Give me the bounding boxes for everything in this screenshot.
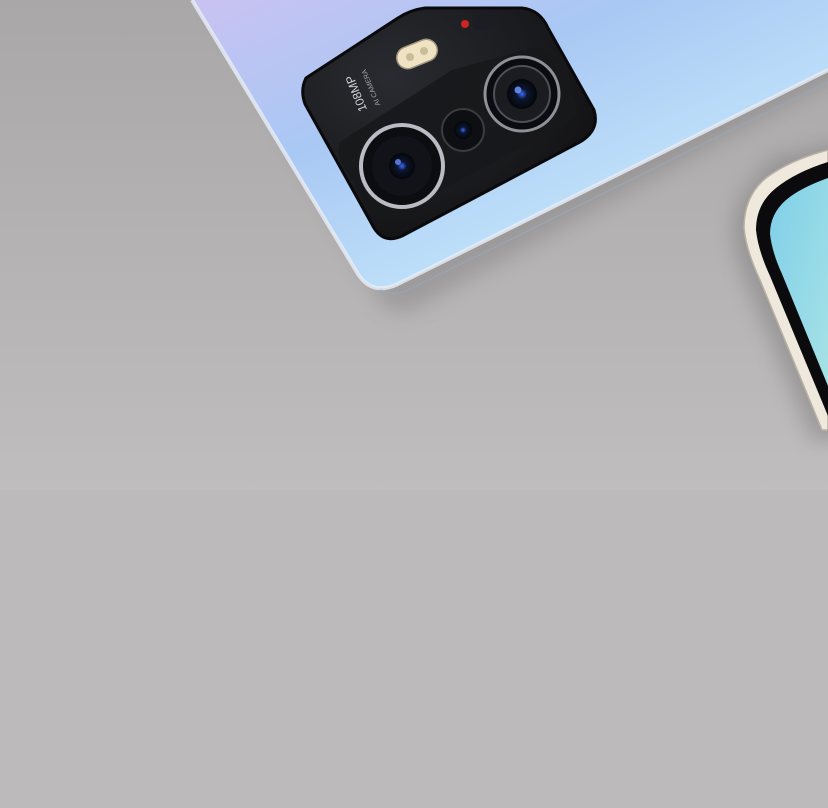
product-photo: 108MP AI CAMERA xyxy=(0,0,828,808)
phones-illustration: 108MP AI CAMERA xyxy=(190,0,828,440)
telephoto-lens xyxy=(483,55,561,133)
ultrawide-lens xyxy=(441,108,485,152)
main-lens xyxy=(359,123,445,209)
